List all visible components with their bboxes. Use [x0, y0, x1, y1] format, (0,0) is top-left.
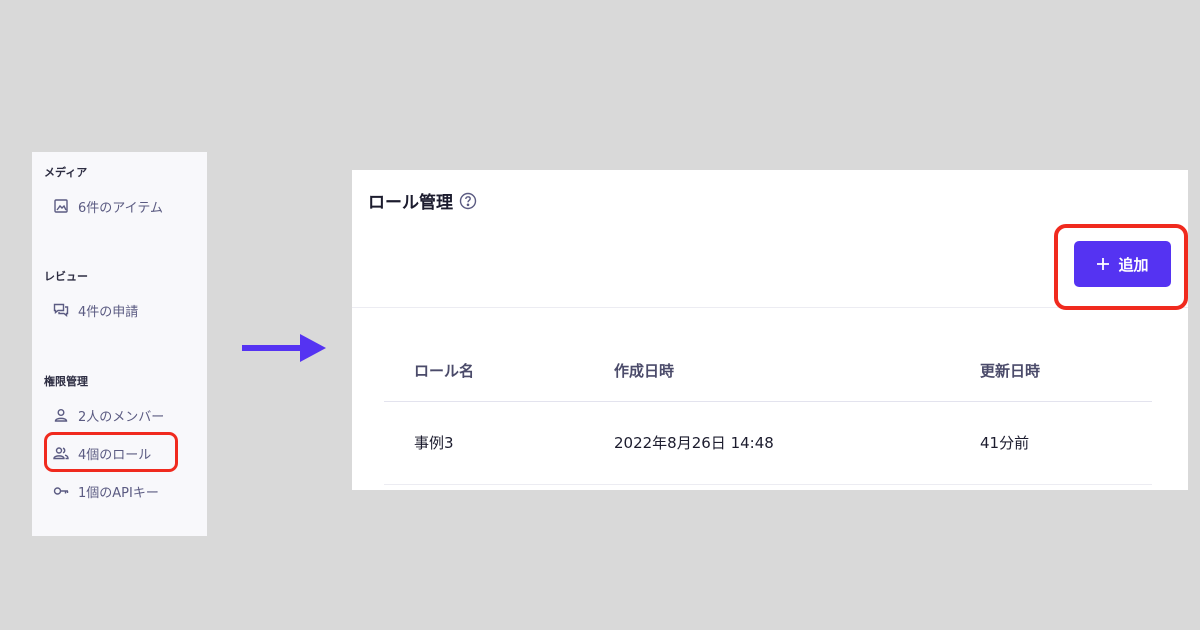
- sidebar-item-api-keys[interactable]: 1個のAPIキー: [52, 480, 159, 502]
- column-header-role-name[interactable]: ロール名: [414, 360, 474, 381]
- cell-created-at: 2022年8月26日 14:48: [614, 434, 774, 452]
- highlight-frame-add-button: [1054, 224, 1188, 310]
- roles-panel: ロール管理 追加 ロール名 作成日時 更新日時 事例3 2022年8月26日 1…: [352, 170, 1188, 490]
- table-row[interactable]: 事例3 2022年8月26日 14:48 41分前: [384, 402, 1152, 485]
- section-title-permissions: 権限管理: [44, 375, 88, 388]
- roles-table: ロール名 作成日時 更新日時 事例3 2022年8月26日 14:48 41分前: [384, 338, 1152, 485]
- image-icon: [52, 197, 70, 215]
- help-icon[interactable]: [459, 192, 477, 210]
- sidebar-item-label: 6件のアイテム: [78, 200, 163, 216]
- table-header: ロール名 作成日時 更新日時: [384, 338, 1152, 402]
- page-title-text: ロール管理: [368, 193, 453, 213]
- user-icon: [52, 406, 70, 424]
- sidebar-item-requests[interactable]: 4件の申請: [52, 299, 138, 321]
- cell-role-name: 事例3: [414, 434, 454, 452]
- column-header-created-at[interactable]: 作成日時: [614, 360, 674, 381]
- column-header-updated-at[interactable]: 更新日時: [980, 360, 1040, 381]
- key-icon: [52, 482, 70, 500]
- sidebar-item-label: 1個のAPIキー: [78, 485, 159, 501]
- arrow-right-icon: [242, 334, 326, 362]
- section-title-review: レビュー: [44, 270, 88, 283]
- highlight-frame-roles: [44, 432, 178, 472]
- sidebar-item-label: 4件の申請: [78, 304, 139, 320]
- comments-icon: [52, 301, 70, 319]
- sidebar-item-members[interactable]: 2人のメンバー: [52, 404, 164, 426]
- cell-updated-at: 41分前: [980, 434, 1030, 452]
- page-title: ロール管理: [368, 188, 477, 213]
- section-title-media: メディア: [44, 166, 88, 179]
- sidebar-item-media-items[interactable]: 6件のアイテム: [52, 195, 163, 217]
- sidebar: メディア 6件のアイテム レビュー 4件の申請 権限管理 2人のメンバー 4個の…: [32, 152, 207, 536]
- sidebar-item-label: 2人のメンバー: [78, 409, 165, 425]
